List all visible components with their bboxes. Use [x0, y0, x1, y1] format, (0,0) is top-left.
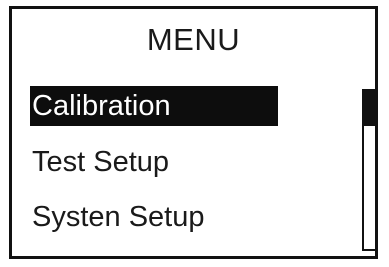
menu-item-system-setup[interactable]: Systen Setup: [32, 197, 205, 237]
lcd-screen: MENU Calibration Test Setup Systen Setup: [9, 6, 378, 259]
scrollbar-thumb[interactable]: [364, 91, 375, 126]
menu-scrollbar[interactable]: [362, 89, 377, 251]
menu-item-calibration[interactable]: Calibration: [30, 86, 278, 126]
menu-title: MENU: [146, 22, 241, 57]
menu-item-test-setup[interactable]: Test Setup: [32, 142, 169, 182]
